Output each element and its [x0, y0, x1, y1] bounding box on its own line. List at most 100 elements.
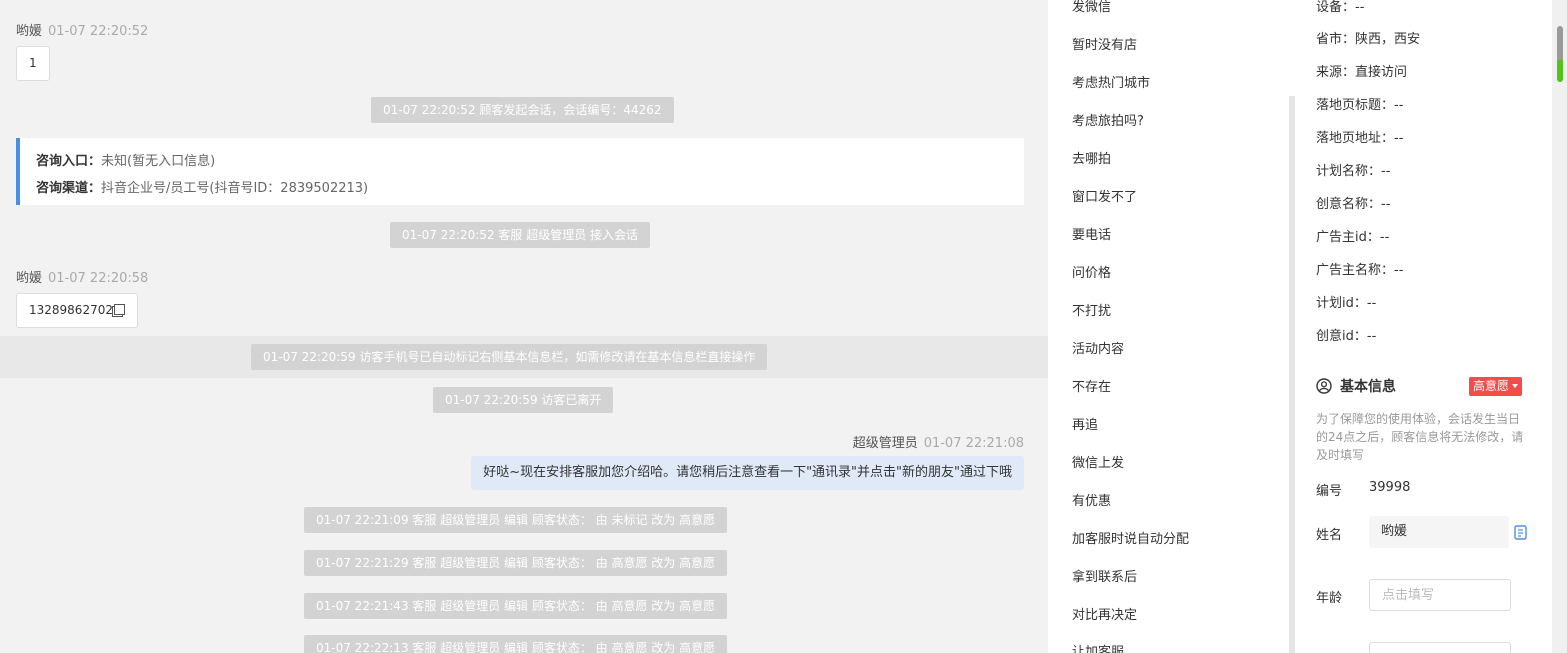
basic-info-title: 基本信息	[1340, 379, 1396, 395]
edit-deadline-notice: 为了保障您的使用体验，会话发生当日的24点之后，顾客信息将无法修改，请及时填写	[1316, 412, 1524, 462]
info-label: 广告主id：	[1316, 230, 1380, 245]
message-time: 01-07 22:20:58	[48, 271, 149, 286]
user-circle-icon	[1316, 378, 1332, 394]
panel-scrollbar-thumb[interactable]	[1557, 26, 1563, 82]
message-bubble: 1	[16, 46, 50, 81]
info-label: 计划名称：	[1316, 164, 1382, 179]
system-tag-status-change: 01-07 22:21:29 客服 超级管理员 编辑 顾客状态： 由 高意愿 改…	[304, 550, 728, 576]
quick-phrase-item[interactable]: 再追	[1072, 414, 1098, 433]
quick-phrase-item[interactable]: 窗口发不了	[1072, 186, 1137, 205]
copy-icon[interactable]	[113, 304, 125, 315]
quick-phrase-item[interactable]: 对比再决定	[1072, 604, 1137, 623]
info-field-plan-id: 计划id：--	[1316, 292, 1376, 311]
intent-status-dropdown[interactable]: 高意愿	[1469, 377, 1523, 396]
channel-value: 抖音企业号/员工号(抖音号ID：2839502213)	[101, 181, 369, 196]
quick-phrase-item[interactable]: 去哪拍	[1072, 148, 1111, 167]
info-field-device: 设备：--	[1316, 0, 1364, 15]
info-field-landing-url: 落地页地址：--	[1316, 127, 1403, 146]
info-value: --	[1355, 0, 1365, 15]
quick-phrase-item[interactable]: 有优惠	[1072, 490, 1111, 509]
quick-phrase-item[interactable]: 不存在	[1072, 376, 1111, 395]
quick-phrase-item[interactable]: 发微信	[1072, 0, 1111, 15]
system-tag-phone-marked: 01-07 22:20:59 访客手机号已自动标记右侧基本信息栏，如需修改请在基…	[251, 344, 768, 370]
system-tag-agent-join: 01-07 22:20:52 客服 超级管理员 接入会话	[390, 222, 651, 248]
info-value: --	[1366, 296, 1377, 311]
name-field[interactable]: 哟媛	[1369, 516, 1509, 548]
info-value: --	[1379, 230, 1390, 245]
message-text: 1	[29, 56, 37, 70]
info-value: 直接访问	[1355, 65, 1408, 80]
quick-phrase-list[interactable]: 发微信 暂时没有店 考虑热门城市 考虑旅拍吗? 去哪拍 窗口发不了 要电话 问价…	[1056, 0, 1290, 653]
quick-phrase-item[interactable]: 考虑旅拍吗?	[1072, 110, 1144, 129]
quick-phrase-item[interactable]: 暂时没有店	[1072, 34, 1137, 53]
agent-name: 超级管理员	[852, 436, 918, 451]
info-label: 省市：	[1316, 32, 1356, 47]
channel-label: 咨询渠道：	[36, 181, 102, 196]
info-label: 广告主名称：	[1316, 263, 1395, 278]
quick-phrase-item[interactable]: 加客服时说自动分配	[1072, 528, 1189, 547]
quick-phrase-item[interactable]: 要电话	[1072, 224, 1111, 243]
info-label: 设备：	[1316, 0, 1356, 15]
system-tag-status-change: 01-07 22:21:43 客服 超级管理员 编辑 顾客状态： 由 高意愿 改…	[304, 593, 728, 619]
panel-scrollbar[interactable]	[1552, 0, 1567, 653]
basic-info-header: 基本信息	[1316, 376, 1396, 396]
message-time: 01-07 22:20:52	[48, 24, 149, 39]
info-label: 落地页地址：	[1316, 131, 1395, 146]
visitor-message: 哟媛 01-07 22:20:58 13289862702	[16, 267, 148, 328]
system-tag-status-change: 01-07 22:22:13 客服 超级管理员 编辑 顾客状态： 由 高意愿 改…	[304, 635, 728, 653]
entry-row: 咨询入口：未知(暂无入口信息)	[36, 148, 1008, 175]
system-tag-visitor-left: 01-07 22:20:59 访客已离开	[433, 387, 614, 413]
channel-row: 咨询渠道：抖音企业号/员工号(抖音号ID：2839502213)	[36, 175, 1008, 202]
info-value: --	[1381, 164, 1391, 179]
quick-phrase-item[interactable]: 拿到联系后	[1072, 566, 1137, 585]
info-field-landing-title: 落地页标题：--	[1316, 94, 1403, 113]
phrase-list-scrollbar[interactable]	[1289, 96, 1295, 653]
doc-copy-icon[interactable]	[1514, 525, 1527, 540]
info-label: 来源：	[1316, 65, 1356, 80]
quick-phrase-item[interactable]: 活动内容	[1072, 338, 1124, 357]
visitor-info-panel: 设备：-- 省市：陕西，西安 来源：直接访问 落地页标题：-- 落地页地址：--…	[1296, 0, 1552, 653]
info-value: --	[1394, 131, 1404, 146]
system-tag-status-change: 01-07 22:21:09 客服 超级管理员 编辑 顾客状态： 由 未标记 改…	[304, 507, 728, 533]
age-input[interactable]	[1369, 579, 1511, 611]
chat-history[interactable]: 哟媛 01-07 22:20:52 1 01-07 22:20:52 顾客发起会话…	[0, 0, 1048, 653]
info-value: --	[1394, 98, 1404, 113]
quick-phrase-item[interactable]: 考虑热门城市	[1072, 72, 1150, 91]
info-field-plan-name: 计划名称：--	[1316, 160, 1390, 179]
quick-phrase-item[interactable]: 微信上发	[1072, 452, 1124, 471]
entry-info-card: 咨询入口：未知(暂无入口信息) 咨询渠道：抖音企业号/员工号(抖音号ID：283…	[16, 138, 1024, 205]
quick-phrase-item[interactable]: 问价格	[1072, 262, 1111, 281]
sender-name: 哟媛	[16, 24, 43, 39]
info-label: 创意名称：	[1316, 197, 1382, 212]
info-field-creative-name: 创意名称：--	[1316, 193, 1390, 212]
next-field[interactable]	[1369, 642, 1511, 653]
message-meta: 哟媛 01-07 22:20:58	[16, 267, 148, 286]
caret-down-icon	[1512, 384, 1519, 388]
info-field-region: 省市：陕西，西安	[1316, 28, 1420, 47]
message-bubble[interactable]: 13289862702	[16, 293, 138, 328]
message-meta: 哟媛 01-07 22:20:52	[16, 20, 148, 39]
quick-phrase-item[interactable]: 不打扰	[1072, 300, 1111, 319]
info-field-advertiser-id: 广告主id：--	[1316, 226, 1389, 245]
entry-value: 未知(暂无入口信息)	[101, 154, 216, 169]
entry-label: 咨询入口：	[36, 154, 102, 169]
info-value: --	[1394, 263, 1404, 278]
quick-phrase-item[interactable]: 让加客服	[1072, 641, 1124, 653]
visitor-message: 哟媛 01-07 22:20:52 1	[16, 20, 148, 81]
info-value: --	[1381, 197, 1391, 212]
info-label: 计划id：	[1316, 296, 1367, 311]
sender-name: 哟媛	[16, 271, 43, 286]
name-label: 姓名	[1316, 528, 1343, 543]
panel-scrollbar-indicator	[1557, 60, 1563, 82]
info-value: 陕西，西安	[1355, 32, 1421, 47]
info-field-creative-id: 创意id：--	[1316, 325, 1376, 344]
agent-message-bubble: 好哒~现在安排客服加您介绍哈。请您稍后注意查看一下"通讯录"并点击"新的朋友"通…	[471, 456, 1024, 490]
system-tag-session-start: 01-07 22:20:52 顾客发起会话，会话编号：44262	[371, 97, 674, 123]
intent-status-label: 高意愿	[1473, 379, 1510, 393]
agent-message-time: 01-07 22:21:08	[923, 436, 1024, 451]
info-label: 创意id：	[1316, 329, 1367, 344]
id-label: 编号	[1316, 484, 1343, 499]
message-text: 13289862702	[29, 303, 113, 317]
info-field-advertiser-name: 广告主名称：--	[1316, 259, 1403, 278]
id-value: 39998	[1369, 480, 1411, 495]
